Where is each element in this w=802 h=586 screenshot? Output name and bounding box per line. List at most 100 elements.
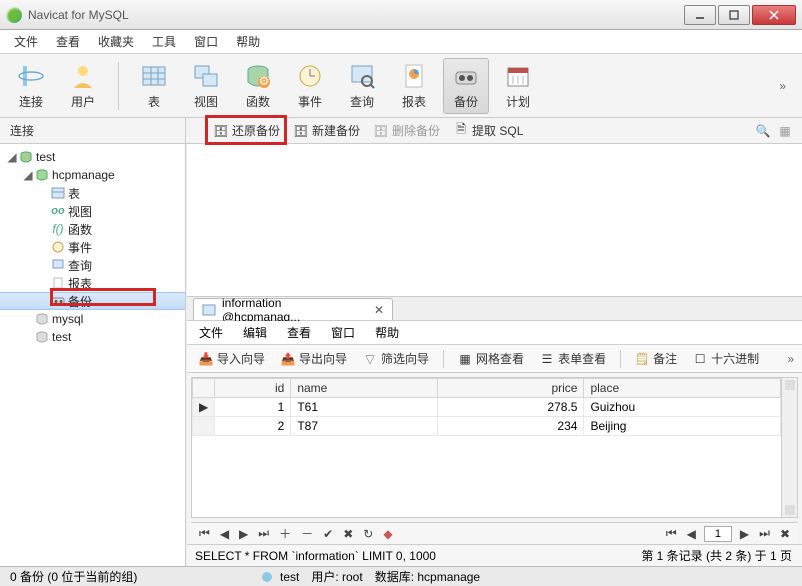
cell-place[interactable]: Beijing xyxy=(584,417,781,436)
cell-id[interactable]: 1 xyxy=(215,398,291,417)
toolbar-table[interactable]: 表 xyxy=(131,58,177,114)
tree-node-dbgrey-9[interactable]: mysql xyxy=(0,310,185,328)
panel-tabstrip: information @hcpmanag... ✕ xyxy=(187,297,802,321)
import-wizard-button[interactable]: 📥导入向导 xyxy=(195,348,269,369)
page-prev[interactable]: ◀ xyxy=(685,527,698,541)
tree-node-dbgrey-10[interactable]: test xyxy=(0,328,185,346)
form-view-button[interactable]: ☰表单查看 xyxy=(536,348,610,369)
toolbar-user[interactable]: 用户 xyxy=(60,58,106,114)
tree-twisty[interactable]: ◢ xyxy=(6,150,18,164)
page-next[interactable]: ▶ xyxy=(738,527,751,541)
nav-stop[interactable]: ◆ xyxy=(381,527,394,541)
panel-toolbar-overflow[interactable]: » xyxy=(787,352,794,366)
nav-refresh[interactable]: ↻ xyxy=(361,527,375,541)
tab-information[interactable]: information @hcpmanag... ✕ xyxy=(193,298,393,320)
view-mode-icon[interactable]: ▦ xyxy=(778,124,792,138)
cell-price[interactable]: 234 xyxy=(437,417,584,436)
nav-cancel[interactable]: ✖ xyxy=(341,527,355,541)
tab-close-icon[interactable]: ✕ xyxy=(368,303,384,317)
toolbar-event[interactable]: 事件 xyxy=(287,58,333,114)
window-close-button[interactable] xyxy=(752,5,796,25)
panel-menu-window[interactable]: 窗口 xyxy=(331,324,355,341)
panel-menu-edit[interactable]: 编辑 xyxy=(243,324,267,341)
export-wizard-button[interactable]: 📤导出向导 xyxy=(277,348,351,369)
tree-node-table-2[interactable]: 表 xyxy=(0,184,185,202)
window-title: Navicat for MySQL xyxy=(28,8,676,22)
panel-menu-view[interactable]: 查看 xyxy=(287,324,311,341)
menu-fav[interactable]: 收藏夹 xyxy=(98,33,134,50)
tree-twisty[interactable]: ◢ xyxy=(22,168,34,182)
tree-node-view-3[interactable]: oo视图 xyxy=(0,202,185,220)
cell-place[interactable]: Guizhou xyxy=(584,398,781,417)
status-conn-icon xyxy=(260,570,274,584)
col-name[interactable]: name xyxy=(291,379,438,398)
tree-node-report-7[interactable]: 报表 xyxy=(0,274,185,292)
status-sql: SELECT * FROM `information` LIMIT 0, 100… xyxy=(187,549,631,563)
tree-node-label: mysql xyxy=(52,312,83,326)
grid-view-button[interactable]: ▦网格查看 xyxy=(454,348,528,369)
cell-price[interactable]: 278.5 xyxy=(437,398,584,417)
col-id[interactable]: id xyxy=(215,379,291,398)
tree-node-label: test xyxy=(52,330,71,344)
tree-node-backup-8[interactable]: 备份 xyxy=(0,292,185,310)
menu-view[interactable]: 查看 xyxy=(56,33,80,50)
toolbar-report[interactable]: 报表 xyxy=(391,58,437,114)
table-row[interactable]: ▶1T61278.5Guizhou xyxy=(193,398,781,417)
cell-id[interactable]: 2 xyxy=(215,417,291,436)
report-icon xyxy=(50,276,66,290)
page-first[interactable]: ⏮ xyxy=(664,526,679,541)
menu-help[interactable]: 帮助 xyxy=(236,33,260,50)
table-row[interactable]: 2T87234Beijing xyxy=(193,417,781,436)
toolbar-view[interactable]: 视图 xyxy=(183,58,229,114)
nav-delete[interactable]: － xyxy=(299,525,315,542)
query-icon xyxy=(347,61,377,91)
panel-menu-help[interactable]: 帮助 xyxy=(375,324,399,341)
export-icon: 📤 xyxy=(281,352,295,366)
menu-file[interactable]: 文件 xyxy=(14,33,38,50)
search-icon[interactable]: 🔍 xyxy=(756,124,770,138)
filter-wizard-button[interactable]: ▽筛选向导 xyxy=(359,348,433,369)
page-number-input[interactable] xyxy=(704,526,732,542)
user-icon xyxy=(68,61,98,91)
toolbar-function[interactable]: ⚙ 函数 xyxy=(235,58,281,114)
menu-tools[interactable]: 工具 xyxy=(152,33,176,50)
action-delete-backup[interactable]: 🗄 删除备份 xyxy=(374,122,440,139)
data-grid[interactable]: idnamepriceplace ▶1T61278.5Guizhou2T8723… xyxy=(191,377,798,518)
nav-prev[interactable]: ◀ xyxy=(218,527,231,541)
toolbar-query[interactable]: 查询 xyxy=(339,58,385,114)
toolbar-backup[interactable]: 备份 xyxy=(443,58,489,114)
nav-add[interactable]: ＋ xyxy=(277,525,293,542)
memo-icon: 🗒 xyxy=(635,352,649,366)
action-restore-backup[interactable]: 🗄 还原备份 xyxy=(214,122,280,139)
page-settings-icon[interactable]: ✖ xyxy=(778,527,792,541)
window-maximize-button[interactable] xyxy=(718,5,750,25)
db-icon xyxy=(18,150,34,164)
toolbar-overflow[interactable]: » xyxy=(779,79,794,93)
action-extract-sql[interactable]: 🗎 提取 SQL xyxy=(454,122,523,139)
cell-name[interactable]: T61 xyxy=(291,398,438,417)
nav-next[interactable]: ▶ xyxy=(237,527,250,541)
connection-tree[interactable]: ◢test◢hcpmanage表oo视图f()函数事件查询报表备份 mysql te… xyxy=(0,144,186,566)
tree-node-event-5[interactable]: 事件 xyxy=(0,238,185,256)
tree-node-db-0[interactable]: ◢test xyxy=(0,148,185,166)
toolbar-connection[interactable]: 连接 xyxy=(8,58,54,114)
tree-node-query-6[interactable]: 查询 xyxy=(0,256,185,274)
toolbar-schedule[interactable]: 计划 xyxy=(495,58,541,114)
memo-button[interactable]: 🗒备注 xyxy=(631,348,681,369)
nav-last[interactable]: ⏭ xyxy=(256,526,271,541)
new-backup-icon: 🗄 xyxy=(294,124,308,138)
action-new-backup[interactable]: 🗄 新建备份 xyxy=(294,122,360,139)
cell-name[interactable]: T87 xyxy=(291,417,438,436)
menu-window[interactable]: 窗口 xyxy=(194,33,218,50)
window-minimize-button[interactable] xyxy=(684,5,716,25)
tree-node-schema-1[interactable]: ◢hcpmanage xyxy=(0,166,185,184)
hex-button[interactable]: ☐十六进制 xyxy=(689,348,763,369)
page-last[interactable]: ⏭ xyxy=(757,526,772,541)
col-place[interactable]: place xyxy=(584,379,781,398)
tree-node-func-4[interactable]: f()函数 xyxy=(0,220,185,238)
col-price[interactable]: price xyxy=(437,379,584,398)
nav-commit[interactable]: ✔ xyxy=(321,527,335,541)
panel-menu-file[interactable]: 文件 xyxy=(199,324,223,341)
nav-first[interactable]: ⏮ xyxy=(197,526,212,541)
grid-vertical-scrollbar[interactable] xyxy=(781,378,797,517)
